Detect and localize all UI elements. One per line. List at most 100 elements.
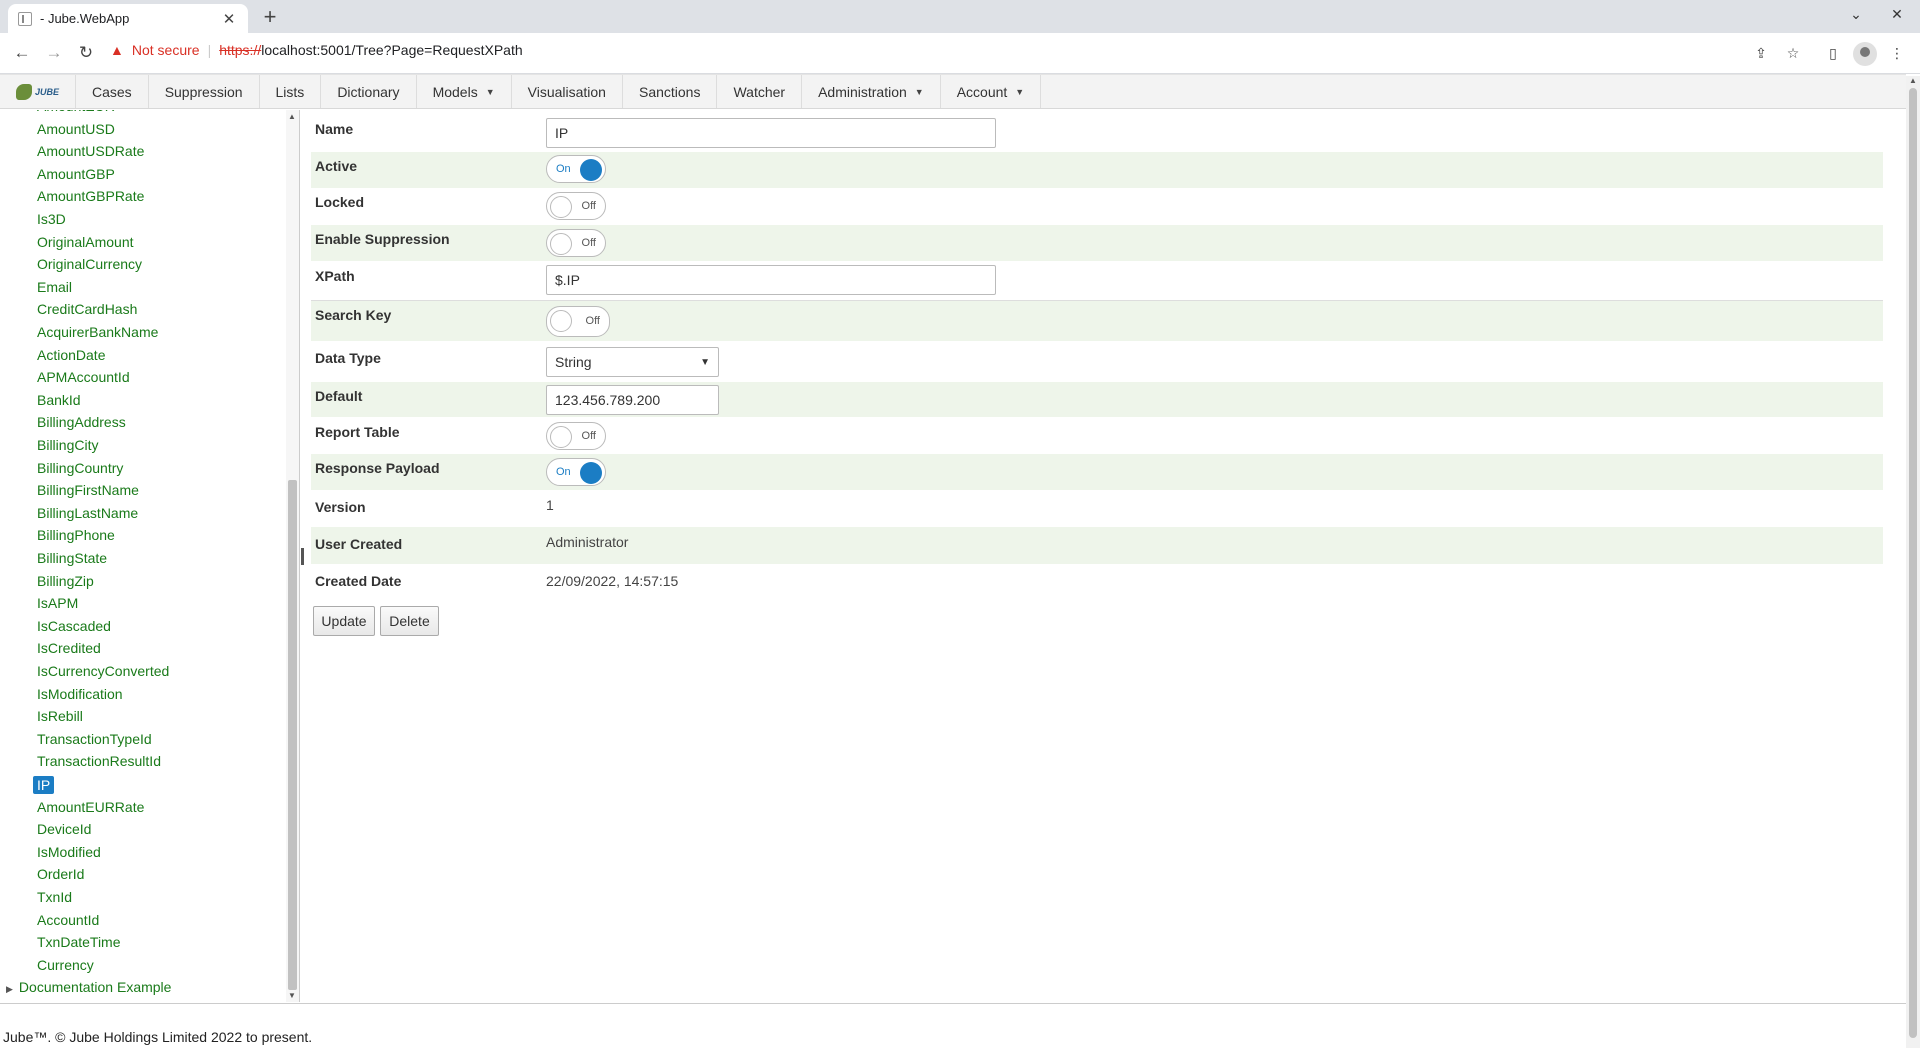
data-type-select[interactable]: String ▼	[546, 347, 719, 377]
menu-lists[interactable]: Lists	[260, 75, 322, 108]
tree-item-billingcity[interactable]: BillingCity	[37, 437, 98, 453]
enable-suppression-toggle[interactable]: Off	[546, 229, 606, 257]
tree-item-billinglastname[interactable]: BillingLastName	[37, 505, 138, 521]
tree-node-documentation-example[interactable]: ▶ Documentation Example	[6, 979, 171, 995]
locked-toggle[interactable]: Off	[546, 192, 606, 220]
tree-item-actiondate[interactable]: ActionDate	[37, 347, 105, 363]
tree-item-bankid[interactable]: BankId	[37, 392, 81, 408]
tree-item-iscredited[interactable]: IsCredited	[37, 640, 101, 656]
page-scrollbar[interactable]: ▲	[1906, 76, 1920, 1048]
tree-item-billingfirstname[interactable]: BillingFirstName	[37, 482, 139, 498]
tree-item-amounteur[interactable]: AmountEUR	[37, 110, 115, 114]
menu-dictionary[interactable]: Dictionary	[321, 75, 417, 108]
bookmark-star-icon[interactable]: ☆	[1784, 45, 1802, 62]
dropdown-arrow-icon: ▼	[700, 356, 710, 368]
search-key-toggle[interactable]: Off	[546, 306, 610, 337]
tree-item-iscurrencyconverted[interactable]: IsCurrencyConverted	[37, 663, 169, 679]
row-user-created: User Created Administrator	[311, 527, 1883, 564]
browser-menu-icon[interactable]: ⋮	[1888, 45, 1906, 62]
menu-label: Sanctions	[638, 83, 701, 100]
enable-suppression-label: Enable Suppression	[315, 231, 450, 247]
tree-item-is3d[interactable]: Is3D	[37, 211, 66, 227]
page-scroll-thumb[interactable]	[1909, 88, 1917, 1038]
reload-icon[interactable]: ↻	[76, 43, 96, 63]
scroll-up-icon[interactable]: ▲	[288, 112, 296, 121]
side-panel-icon[interactable]: ▯	[1824, 45, 1842, 62]
caret-down-icon: ▼	[914, 86, 924, 97]
tree-item-ismodification[interactable]: IsModification	[37, 686, 123, 702]
tree-item-creditcardhash[interactable]: CreditCardHash	[37, 301, 137, 317]
tree-item-apmaccountid[interactable]: APMAccountId	[37, 369, 130, 385]
data-type-value: String	[555, 354, 592, 370]
url-separator: |	[207, 42, 212, 58]
tree-item-billingphone[interactable]: BillingPhone	[37, 527, 115, 543]
version-label: Version	[315, 499, 366, 515]
expand-triangle-icon[interactable]: ▶	[6, 984, 13, 994]
tree-item-amountgbprate[interactable]: AmountGBPRate	[37, 188, 144, 204]
menu-administration[interactable]: Administration ▼	[802, 75, 941, 108]
tree-item-deviceid[interactable]: DeviceId	[37, 821, 91, 837]
new-tab-button[interactable]: +	[258, 5, 282, 29]
tree-item-txnid[interactable]: TxnId	[37, 889, 72, 905]
tree-item-currency[interactable]: Currency	[37, 957, 94, 973]
delete-button[interactable]: Delete	[380, 606, 439, 636]
tree-item-orderid[interactable]: OrderId	[37, 866, 84, 882]
update-button[interactable]: Update	[313, 606, 375, 636]
tree-item-iscascaded[interactable]: IsCascaded	[37, 618, 111, 634]
jube-logo[interactable]: JUBE	[0, 75, 76, 108]
name-input[interactable]: IP	[546, 118, 996, 148]
tree-item-amountgbp[interactable]: AmountGBP	[37, 166, 115, 182]
tree-item-transactionresultid[interactable]: TransactionResultId	[37, 753, 161, 769]
tree-item-accountid[interactable]: AccountId	[37, 912, 99, 928]
tree-item-email[interactable]: Email	[37, 279, 72, 295]
response-payload-toggle[interactable]: On	[546, 458, 606, 486]
tree-scroll-thumb[interactable]	[288, 480, 297, 990]
back-icon[interactable]: ←	[12, 43, 32, 63]
tree-item-originalcurrency[interactable]: OriginalCurrency	[37, 256, 142, 272]
tree-item-originalamount[interactable]: OriginalAmount	[37, 234, 134, 250]
share-icon[interactable]: ⇪	[1752, 45, 1770, 62]
window-close-icon[interactable]: ✕	[1887, 6, 1907, 23]
xpath-label: XPath	[315, 268, 355, 284]
menu-visualisation[interactable]: Visualisation	[512, 75, 623, 108]
scroll-up-icon[interactable]: ▲	[1909, 76, 1917, 85]
forward-icon[interactable]: →	[44, 43, 64, 63]
browser-tab[interactable]: - Jube.WebApp ✕	[8, 4, 248, 33]
active-toggle[interactable]: On	[546, 155, 606, 183]
row-name: Name IP	[311, 112, 1883, 149]
scroll-down-icon[interactable]: ▼	[288, 991, 296, 1000]
profile-avatar-icon[interactable]	[1853, 42, 1877, 66]
menu-sanctions[interactable]: Sanctions	[623, 75, 718, 108]
tree-scrollbar[interactable]: ▲ ▼	[286, 110, 299, 1002]
tree-item-billingaddress[interactable]: BillingAddress	[37, 414, 126, 430]
tree-item-amounteurrate[interactable]: AmountEURRate	[37, 799, 144, 815]
user-created-value: Administrator	[546, 534, 629, 550]
xpath-input[interactable]: $.IP	[546, 265, 996, 295]
footer-copyright: Jube™. © Jube Holdings Limited 2022 to p…	[3, 1029, 313, 1045]
pane-splitter[interactable]	[300, 530, 305, 565]
tree-item-ip[interactable]: IP	[33, 776, 55, 794]
report-table-toggle[interactable]: Off	[546, 422, 606, 450]
tree-item-billingcountry[interactable]: BillingCountry	[37, 460, 123, 476]
tree-item-txndatetime[interactable]: TxnDateTime	[37, 934, 121, 950]
menu-watcher[interactable]: Watcher	[717, 75, 803, 108]
menu-account[interactable]: Account ▼	[941, 75, 1042, 108]
tree-item-acquirerbankname[interactable]: AcquirerBankName	[37, 324, 158, 340]
menu-suppression[interactable]: Suppression	[149, 75, 260, 108]
tree-item-billingzip[interactable]: BillingZip	[37, 573, 94, 589]
tree-item-billingstate[interactable]: BillingState	[37, 550, 107, 566]
tree-item-amountusd[interactable]: AmountUSD	[37, 121, 115, 137]
tree-item-amountusdrate[interactable]: AmountUSDRate	[37, 143, 144, 159]
tree-item-isrebill[interactable]: IsRebill	[37, 708, 83, 724]
menu-label: Watcher	[733, 83, 786, 100]
close-tab-icon[interactable]: ✕	[220, 10, 238, 28]
tree-item-ismodified[interactable]: IsModified	[37, 844, 101, 860]
menu-models[interactable]: Models ▼	[417, 75, 512, 108]
tree-item-transactiontypeid[interactable]: TransactionTypeId	[37, 731, 152, 747]
tree-item-isapm[interactable]: IsAPM	[37, 595, 78, 611]
tab-search-icon[interactable]: ⌄	[1846, 6, 1866, 23]
row-created-date: Created Date 22/09/2022, 14:57:15	[311, 564, 1883, 600]
url-field[interactable]: ▲ Not secure | https:// localhost:5001/T…	[110, 42, 523, 58]
default-input[interactable]: 123.456.789.200	[546, 385, 719, 415]
menu-cases[interactable]: Cases	[76, 75, 149, 108]
